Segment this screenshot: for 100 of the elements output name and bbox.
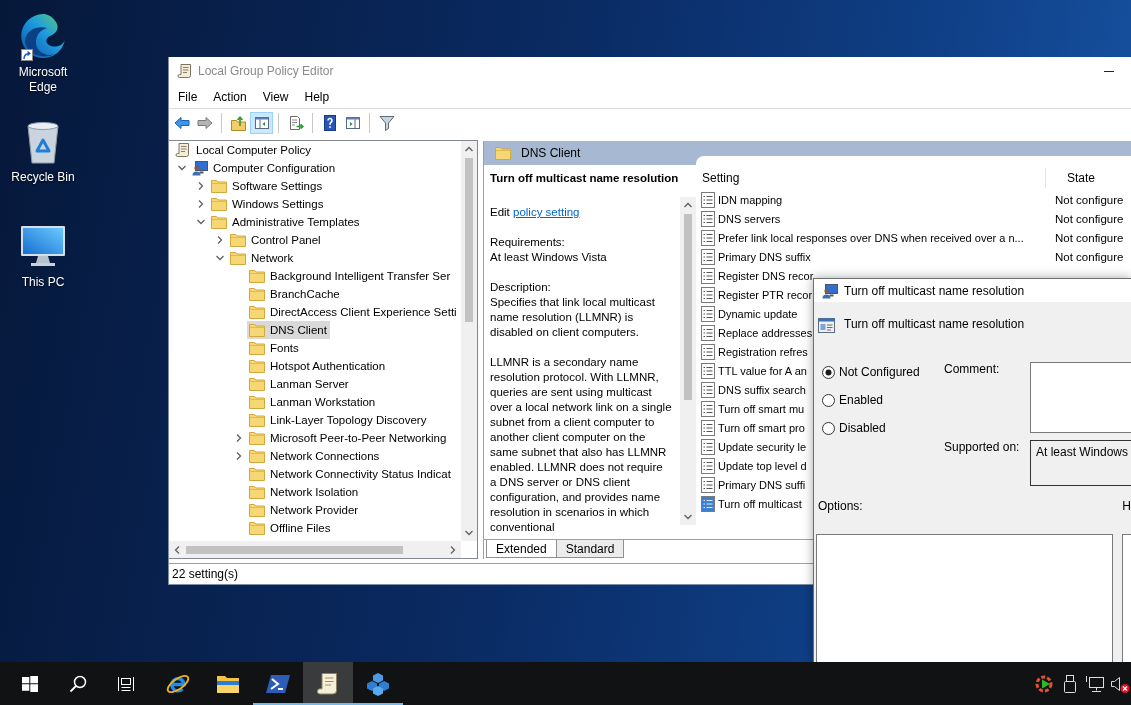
search-icon <box>69 674 87 693</box>
tree-item[interactable]: Network <box>228 249 297 267</box>
tree-item[interactable]: Lanman Server <box>247 375 352 393</box>
action-pane-icon <box>344 114 361 131</box>
tree-item[interactable]: Computer Configuration <box>190 159 339 177</box>
setting-name[interactable]: IDN mapping <box>718 193 783 206</box>
chevron-icon[interactable] <box>215 253 225 263</box>
setting-name[interactable]: DNS suffix search <box>718 383 806 396</box>
setting-name[interactable]: Update security le <box>718 440 807 453</box>
folder-icon <box>495 146 511 160</box>
network-monitor-icon[interactable] <box>1085 673 1105 694</box>
setting-name[interactable]: Prefer link local responses over DNS when received over a n... <box>718 231 1024 244</box>
tree-item[interactable]: Software Settings <box>209 177 326 195</box>
tree-item[interactable]: Windows Settings <box>209 195 327 213</box>
setting-name[interactable]: Dynamic update <box>718 307 798 320</box>
scroll-icon <box>175 142 191 158</box>
chevron-icon[interactable] <box>215 235 225 245</box>
tree-item[interactable]: Link-Layer Topology Discovery <box>247 411 430 429</box>
help-icon <box>321 114 338 131</box>
pane-title: DNS Client <box>521 146 581 160</box>
setting-name[interactable]: Turn off multicast <box>718 497 802 510</box>
tree-item[interactable]: Offline Files <box>247 519 334 537</box>
setting-name[interactable]: Register DNS recor <box>718 269 814 282</box>
play-badge-icon[interactable] <box>1035 673 1055 694</box>
menu-item[interactable]: View <box>254 86 297 107</box>
column-header[interactable]: State <box>1046 168 1096 188</box>
desktop-item[interactable]: Microsoft Edge <box>5 8 81 108</box>
show-tree-button[interactable] <box>250 111 273 134</box>
computer-user-icon <box>822 282 838 299</box>
tree-item[interactable]: Network Connectivity Status Indicat <box>247 465 454 483</box>
tree-item[interactable]: Network Provider <box>247 501 362 519</box>
tree-item[interactable]: Lanman Workstation <box>247 393 379 411</box>
setting-name[interactable]: DNS servers <box>718 212 781 225</box>
help-label: H <box>1122 499 1131 513</box>
desktop-item[interactable]: This PC <box>5 218 81 318</box>
view-tab[interactable]: Standard <box>555 540 625 558</box>
setting-name[interactable]: Update top level d <box>718 459 807 472</box>
supported-on-field: At least Windows <box>1030 440 1131 486</box>
setting-name[interactable]: Turn off smart pro <box>718 421 805 434</box>
tree-item[interactable]: Microsoft Peer-to-Peer Networking <box>247 429 450 447</box>
setting-name[interactable]: TTL value for A an <box>718 364 807 377</box>
folder-icon <box>249 431 265 445</box>
folder-icon <box>249 413 265 427</box>
tree-item[interactable]: Control Panel <box>228 231 324 249</box>
setting-name[interactable]: Turn off smart mu <box>718 402 805 415</box>
radio-option[interactable]: Disabled <box>822 414 944 442</box>
taskbar-button[interactable] <box>303 662 353 705</box>
menu-item[interactable]: Help <box>296 86 338 107</box>
tree-item[interactable]: Local Computer Policy <box>173 141 315 159</box>
start-icon <box>22 675 38 692</box>
forward-arrow-icon <box>196 114 213 131</box>
tree-item[interactable]: Network Isolation <box>247 483 362 501</box>
setting-name[interactable]: Primary DNS suffix <box>718 250 811 263</box>
view-tab[interactable]: Extended <box>486 540 557 558</box>
comment-field[interactable] <box>1030 362 1131 433</box>
chevron-icon[interactable] <box>234 433 244 443</box>
tree-item[interactable]: Fonts <box>247 339 302 357</box>
scroll-thumb[interactable] <box>465 158 473 322</box>
tree-item[interactable]: BranchCache <box>247 285 343 303</box>
comment-label: Comment: <box>944 362 1001 376</box>
menu-item[interactable]: File <box>170 86 206 107</box>
desktop-item[interactable]: Recycle Bin <box>5 113 81 213</box>
chevron-icon[interactable] <box>177 163 187 173</box>
chevron-icon[interactable] <box>196 181 206 191</box>
setting-name[interactable]: Register PTR recor <box>718 288 813 301</box>
setting-name[interactable]: Registration refres <box>718 345 808 358</box>
tree-item[interactable]: Network Connections <box>247 447 383 465</box>
menu-item[interactable]: Action <box>205 86 255 107</box>
chevron-icon[interactable] <box>196 217 206 227</box>
dialog-heading: Turn off multicast name resolution <box>844 317 1025 331</box>
description-label: Description: <box>490 281 551 293</box>
folder-icon <box>249 377 265 391</box>
setting-name[interactable]: Replace addresses <box>718 326 813 339</box>
description-title: Turn off multicast name resolution <box>490 172 679 184</box>
policy-setting-link[interactable]: policy setting <box>513 206 580 218</box>
tree-item[interactable]: Hotspot Authentication <box>247 357 389 375</box>
folder-icon <box>249 287 265 301</box>
column-header[interactable]: Setting <box>696 168 1046 188</box>
chevron-icon[interactable] <box>196 199 206 209</box>
radio-option[interactable]: Not Configured <box>822 358 944 386</box>
folder-icon <box>249 341 265 355</box>
radio-option[interactable]: Enabled <box>822 386 944 414</box>
tree-item[interactable]: DNS Client <box>247 321 330 339</box>
chevron-icon[interactable] <box>234 451 244 461</box>
filter-icon <box>378 114 395 131</box>
tree-item[interactable]: Background Intelligent Transfer Ser <box>247 267 454 285</box>
tree-item[interactable]: DirectAccess Client Experience Setti <box>247 303 460 321</box>
window-title: Local Group Policy Editor <box>198 64 334 78</box>
description-paragraph: Specifies that link local multicast name resolution (LLMNR) is disabled on client computers. <box>490 295 656 340</box>
swirl-logo-icon <box>19 12 67 60</box>
setting-name[interactable]: Primary DNS suffi <box>718 478 806 491</box>
folder-icon <box>211 179 227 193</box>
dialog-title: Turn off multicast name resolution <box>844 283 1025 298</box>
setting-state: Not configure <box>1054 250 1124 263</box>
folder-up-icon <box>230 114 247 131</box>
tree-item[interactable]: Administrative Templates <box>209 213 363 231</box>
scroll-thumb[interactable] <box>186 545 403 554</box>
scroll-thumb[interactable] <box>684 214 692 400</box>
folder-icon <box>249 485 265 499</box>
back-arrow-icon <box>173 114 190 131</box>
